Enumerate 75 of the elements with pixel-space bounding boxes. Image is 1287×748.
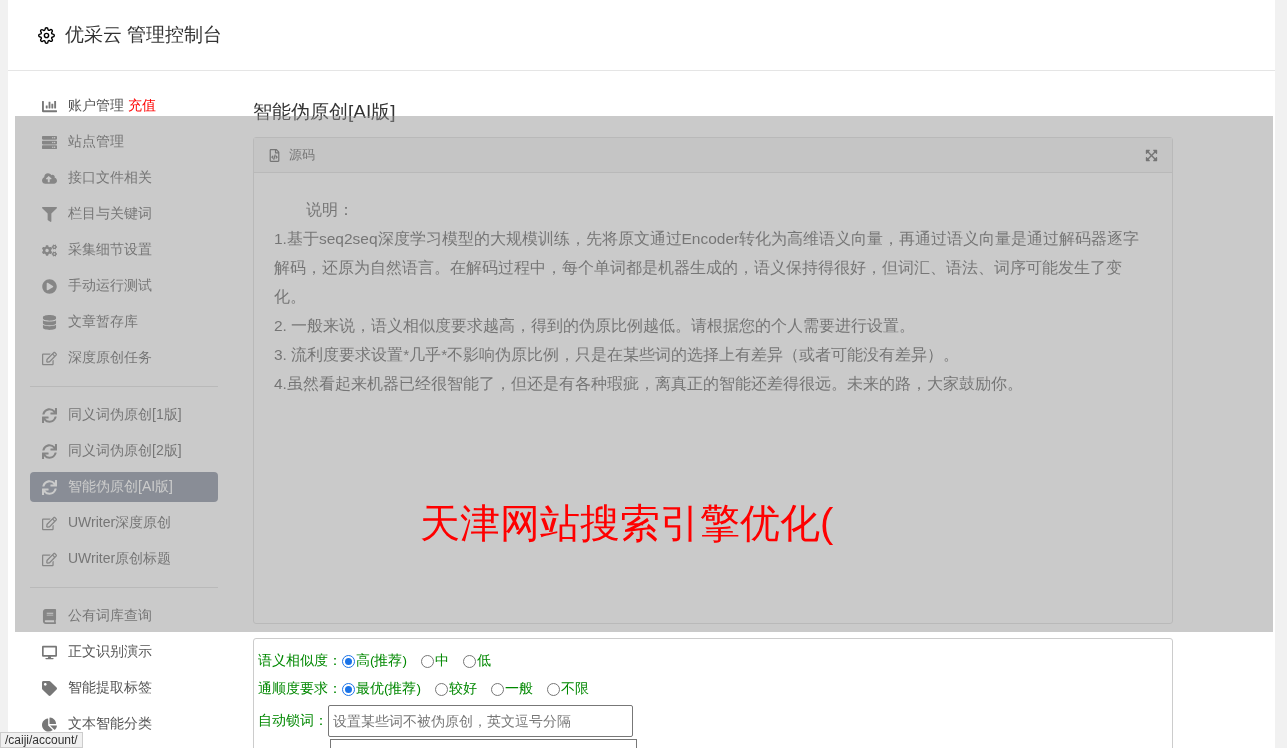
sidebar-item-label: 栏目与关键词 <box>68 205 152 223</box>
edit-icon <box>41 350 57 366</box>
editor-text: 3. 流利度要求设置*几乎*不影响伪原比例，只是在某些词的选择上有差异（或者可能没有差异）。 <box>274 345 961 365</box>
server-icon <box>41 134 57 150</box>
field-label: 自动锁词： <box>258 712 328 730</box>
radio-option[interactable]: 较好 <box>435 680 477 698</box>
refresh-icon <box>41 443 57 459</box>
input-field[interactable]: 设置某些词不被伪原创，英文逗号分隔 <box>328 705 633 737</box>
monitor-icon <box>41 644 57 660</box>
editor-text: 1.基于seq2seq深度学习模型的大规模训练，先将原文通过Encoder转化为高维语义向量，再通过语义向量是通过解码器逐字解码，还原为自然语言。在解码过程中，每个单词都是机器生成的，语义保持得很好，但词汇、语法、词序可能发生了变化。 <box>274 229 1141 307</box>
sidebar-item[interactable]: 手动运行测试 <box>30 271 218 301</box>
sidebar-item-label: 接口文件相关 <box>68 169 152 187</box>
sidebar-item-label: 站点管理 <box>68 133 124 151</box>
gears-icon <box>41 242 57 258</box>
book-icon <box>41 608 57 624</box>
edit-icon <box>41 515 57 531</box>
sidebar-item[interactable]: 公有词库查询 <box>30 601 218 631</box>
sidebar-item[interactable]: 智能伪原创[AI版] <box>30 472 218 502</box>
link-url-tooltip: /caiji/account/ <box>0 732 83 748</box>
editor-text: 4.虽然看起来机器已经很智能了，但还是有各种瑕疵，离真正的智能还差得很远。未来的路，大家鼓励你。 <box>274 374 1024 394</box>
database-icon <box>41 314 57 330</box>
sidebar-item-label: 公有词库查询 <box>68 607 152 625</box>
sidebar-item-label: 正文识别演示 <box>68 643 152 661</box>
radio-option[interactable]: 高(推荐) <box>342 652 407 670</box>
sidebar-item-label: 同义词伪原创[1版] <box>68 406 182 424</box>
radio-option[interactable]: 不限 <box>547 680 589 698</box>
refresh-icon <box>41 407 57 423</box>
settings-icon <box>38 26 55 44</box>
sidebar-item-label: 文本智能分类 <box>68 715 152 733</box>
sidebar-item[interactable]: 正文识别演示 <box>30 637 218 667</box>
overlay-text: 天津网站搜索引擎优化( <box>420 500 834 547</box>
sidebar-item[interactable]: 深度原创任务 <box>30 343 218 373</box>
sidebar-item[interactable]: UWriter原创标题 <box>30 544 218 574</box>
sidebar-item-label: UWriter深度原创 <box>68 514 172 532</box>
source-code-icon[interactable] <box>268 148 281 162</box>
sidebar-item[interactable]: 账户管理 充值 <box>30 91 218 121</box>
filter-icon <box>41 206 57 222</box>
sidebar-item-label: 文章暂存库 <box>68 313 138 331</box>
sidebar-item[interactable]: 接口文件相关 <box>30 163 218 193</box>
sidebar-item-label: 采集细节设置 <box>68 241 152 259</box>
sidebar-item[interactable]: 同义词伪原创[2版] <box>30 436 218 466</box>
editor-text: 说明： <box>305 200 355 220</box>
sidebar-item[interactable]: 站点管理 <box>30 127 218 157</box>
radio-option[interactable]: 中 <box>421 652 449 670</box>
radio-option[interactable]: 最优(推荐) <box>342 680 421 698</box>
sidebar-item-label: 智能提取标签 <box>68 679 152 697</box>
sidebar-item-label: 智能伪原创[AI版] <box>68 478 173 496</box>
radio-option[interactable]: 低 <box>463 652 491 670</box>
field-label: 通顺度要求： <box>258 680 342 698</box>
edit-icon <box>41 551 57 567</box>
refresh-icon <box>41 479 57 495</box>
tag-icon <box>41 680 57 696</box>
pie-chart-icon <box>41 716 57 732</box>
sidebar-item-label: 同义词伪原创[2版] <box>68 442 182 460</box>
sidebar-item[interactable]: 智能提取标签 <box>30 673 218 703</box>
sidebar-item-label: 深度原创任务 <box>68 349 152 367</box>
radio-option[interactable]: 一般 <box>491 680 533 698</box>
sidebar-item-label: 手动运行测试 <box>68 277 152 295</box>
app-title: 优采云 管理控制台 <box>65 23 223 47</box>
sidebar-item[interactable]: UWriter深度原创 <box>30 508 218 538</box>
page-title: 智能伪原创[AI版] <box>253 100 397 124</box>
editor-text: 2. 一般来说，语义相似度要求越高，得到的伪原比例越低。请根据您的个人需要进行设置。 <box>274 316 917 336</box>
sidebar-item[interactable]: 采集细节设置 <box>30 235 218 265</box>
bar-chart-icon <box>41 98 57 114</box>
fullscreen-icon[interactable] <box>1145 148 1158 162</box>
sidebar-item-label: 账户管理 <box>68 97 124 115</box>
field-label: 语义相似度： <box>258 652 342 670</box>
play-icon <box>41 278 57 294</box>
source-tab[interactable]: 源码 <box>289 146 315 164</box>
sidebar-item[interactable]: 同义词伪原创[1版] <box>30 400 218 430</box>
cloud-upload-icon <box>41 170 57 186</box>
sidebar-item[interactable]: 文章暂存库 <box>30 307 218 337</box>
sidebar-item-label: UWriter原创标题 <box>68 550 172 568</box>
recharge-link[interactable]: 充值 <box>128 97 156 115</box>
sidebar-item[interactable]: 栏目与关键词 <box>30 199 218 229</box>
